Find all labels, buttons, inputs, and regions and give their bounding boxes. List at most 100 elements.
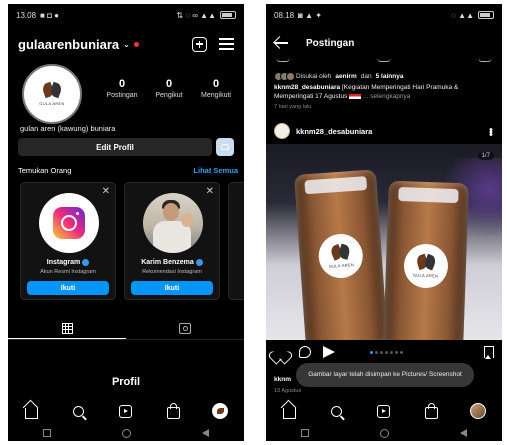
stat-posts[interactable]: 0 Postingan — [100, 78, 144, 99]
close-icon[interactable]: ✕ — [102, 186, 110, 197]
carousel-dots — [370, 350, 403, 354]
heart-icon[interactable] — [276, 58, 290, 62]
post-time-ago: 7 hari yang lalu — [274, 104, 312, 110]
more-options-icon[interactable]: ••• — [485, 127, 496, 135]
carousel-page-indicator: 1/7 — [477, 152, 494, 160]
next-post-date: 13 Agustus — [274, 388, 302, 394]
suggestion-avatar[interactable] — [39, 193, 99, 253]
profile-tabs — [8, 318, 244, 340]
share-icon[interactable] — [323, 346, 335, 358]
suggestion-name: Instagram — [46, 259, 81, 266]
bottom-nav — [266, 398, 502, 424]
see-all-link[interactable]: Lihat Semua — [193, 166, 238, 175]
system-home-icon[interactable] — [121, 428, 131, 438]
author-avatar[interactable] — [274, 123, 290, 139]
profile-stats: 0 Postingan 0 Pengikut 0 Mengikuti — [100, 78, 238, 99]
verified-badge-icon — [195, 259, 203, 266]
status-bar: 13.08 ■ ◘ ● ⇅ ◌ ∞ ▲▲ — [8, 4, 244, 26]
share-icon[interactable] — [478, 58, 492, 62]
stat-following[interactable]: 0 Mengikuti — [194, 78, 238, 99]
stat-followers[interactable]: 0 Pengikut — [147, 78, 191, 99]
profile-header: gulaarenbuniara ⌄ — [18, 32, 234, 56]
phone-post-screen: 08.18 ◙ ▲ ✦ ◌ ▲▲ Postingan Disukai oleh … — [266, 4, 502, 441]
caption-username[interactable]: kknm28_desabuniara — [274, 84, 340, 91]
status-time: 13.08 — [16, 10, 37, 20]
tab-tagged[interactable] — [126, 318, 244, 339]
shop-icon[interactable] — [165, 402, 181, 419]
author-username[interactable]: kknm28_desabuniara — [296, 127, 372, 136]
previous-post-actions — [276, 58, 492, 68]
add-user-icon — [221, 144, 229, 150]
avatar-logo-text: GULA AREN — [39, 100, 65, 106]
menu-icon[interactable] — [219, 38, 234, 50]
system-back-icon[interactable] — [459, 429, 467, 437]
notification-icons: ■ ◘ ● — [40, 10, 59, 20]
recent-apps-icon[interactable] — [43, 429, 52, 437]
tagged-icon — [179, 323, 191, 334]
palm-sugar-logo-icon — [415, 253, 438, 271]
post-author-row: kknm28_desabuniara ••• — [274, 122, 496, 140]
suggestion-card[interactable]: ✕ Karim Benzema Rekomendasi Instagram Ik… — [124, 182, 220, 300]
notification-dot — [133, 41, 139, 47]
discover-people-heading: Temukan Orang — [18, 166, 72, 175]
follow-button[interactable]: Ikuti — [131, 281, 213, 295]
liker-avatars — [274, 72, 295, 81]
home-icon[interactable] — [282, 403, 298, 419]
suggestion-subtitle: Akun Resmi Instagram — [40, 269, 96, 275]
battery-icon — [220, 11, 236, 19]
post-image[interactable]: GULA AREN GULA AREN 1/7 — [266, 144, 502, 340]
follow-button[interactable]: Ikuti — [27, 281, 109, 295]
package-label: GULA AREN — [403, 243, 449, 289]
indonesia-flag-icon — [349, 93, 362, 99]
status-bar: 08.18 ◙ ▲ ✦ ◌ ▲▲ — [266, 4, 502, 26]
search-icon[interactable] — [71, 403, 87, 419]
search-icon[interactable] — [329, 403, 345, 419]
palm-sugar-package: GULA AREN — [293, 169, 389, 340]
discover-people-button[interactable] — [216, 138, 234, 156]
post-caption: kknm28_desabuniara [Kegiatan Memperingat… — [274, 84, 494, 102]
profile-nav-avatar[interactable] — [470, 403, 487, 419]
person-photo-icon — [143, 193, 203, 253]
signal-icons: ◌ ▲▲ — [451, 10, 474, 20]
status-time: 08.18 — [274, 10, 295, 20]
back-arrow-icon[interactable] — [274, 36, 288, 50]
page-title: Postingan — [306, 37, 355, 49]
battery-icon — [478, 11, 494, 19]
account-switcher[interactable]: gulaarenbuniara ⌄ — [18, 37, 139, 52]
read-more-link[interactable]: ... selengkapnya — [363, 93, 410, 100]
next-post-author[interactable]: kknm — [274, 376, 291, 383]
home-icon[interactable] — [24, 403, 40, 419]
shop-icon[interactable] — [423, 402, 439, 419]
reels-icon[interactable] — [118, 403, 134, 419]
create-post-icon[interactable] — [192, 36, 207, 52]
post-header: Postingan — [274, 32, 494, 54]
palm-sugar-package: GULA AREN — [383, 180, 469, 340]
edit-profile-button[interactable]: Edit Profil — [18, 138, 212, 156]
comment-icon[interactable] — [377, 58, 391, 62]
system-home-icon[interactable] — [379, 428, 389, 438]
post-actions — [274, 344, 494, 360]
system-nav — [266, 425, 502, 441]
system-nav — [8, 425, 244, 441]
liked-by[interactable]: Disukai oleh aenirm dan 5 lainnya — [274, 72, 494, 81]
suggestion-card-partial[interactable] — [228, 182, 244, 300]
palm-sugar-logo-icon — [40, 81, 64, 99]
chevron-down-icon: ⌄ — [123, 39, 130, 49]
screenshot-toast: Gambar layar telah disimpan ke Pictures/… — [296, 363, 474, 387]
suggestion-avatar[interactable] — [143, 193, 203, 253]
heart-icon[interactable] — [274, 346, 287, 358]
bookmark-icon[interactable] — [484, 346, 494, 359]
reels-icon[interactable] — [376, 403, 392, 419]
recent-apps-icon[interactable] — [301, 429, 310, 437]
profile-title: Profil — [111, 376, 141, 388]
comment-icon[interactable] — [299, 346, 311, 358]
profile-nav-avatar[interactable] — [212, 403, 229, 419]
tab-grid[interactable] — [8, 318, 126, 339]
system-back-icon[interactable] — [201, 429, 209, 437]
notification-icons: ◙ ▲ ✦ — [298, 10, 322, 20]
suggestion-subtitle: Rekomendasi Instagram — [142, 269, 202, 275]
close-icon[interactable]: ✕ — [206, 186, 214, 197]
profile-avatar[interactable]: GULA AREN — [22, 64, 82, 124]
package-label: GULA AREN — [317, 232, 365, 280]
suggestion-card[interactable]: ✕ Instagram Akun Resmi Instagram Ikuti — [20, 182, 116, 300]
